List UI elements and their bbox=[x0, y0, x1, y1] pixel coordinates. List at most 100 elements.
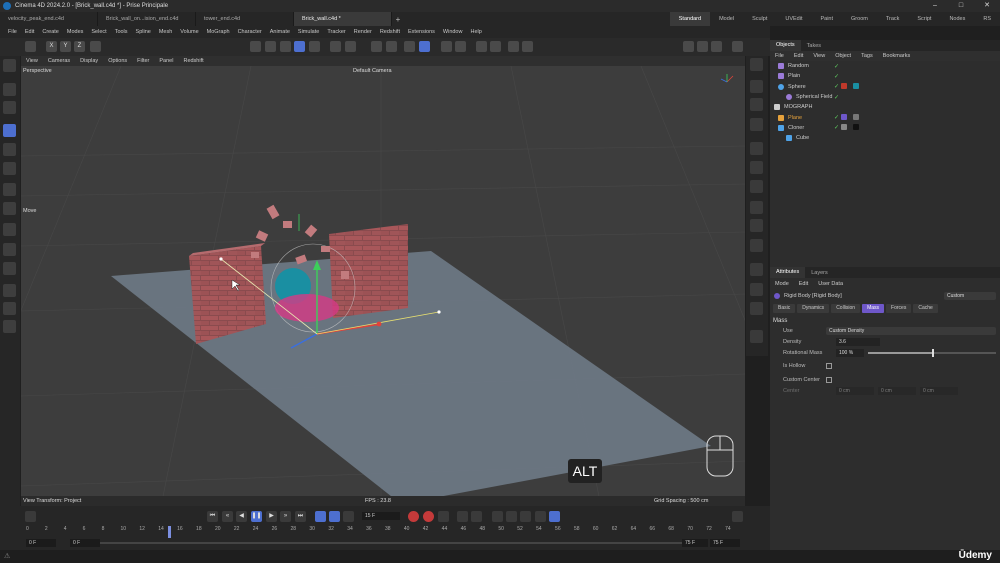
go-to-end-icon[interactable]: ⏭ bbox=[295, 511, 306, 522]
previous-key-icon[interactable]: « bbox=[222, 511, 233, 522]
menu-spline[interactable]: Spline bbox=[132, 29, 155, 35]
enabled-check-icon[interactable]: ✓ bbox=[834, 63, 839, 70]
rotational-mass-slider[interactable] bbox=[868, 349, 996, 357]
custom-center-checkbox[interactable] bbox=[826, 377, 832, 383]
density-input[interactable]: 3.6 bbox=[836, 338, 880, 346]
menu-mograph[interactable]: MoGraph bbox=[203, 29, 234, 35]
menu-animate[interactable]: Animate bbox=[266, 29, 294, 35]
render-queue-icon[interactable] bbox=[280, 41, 291, 52]
attr-menu-edit[interactable]: Edit bbox=[794, 281, 813, 287]
selection-filter-icon[interactable] bbox=[3, 101, 16, 114]
start-frame-field[interactable]: 0 F bbox=[26, 539, 56, 547]
menu-extensions[interactable]: Extensions bbox=[404, 29, 439, 35]
layout-nodes[interactable]: Nodes bbox=[940, 16, 974, 22]
scale-points-icon[interactable] bbox=[3, 202, 16, 215]
environment-icon[interactable] bbox=[750, 283, 763, 296]
layout-model[interactable]: Model bbox=[710, 16, 743, 22]
render-region-icon[interactable] bbox=[265, 41, 276, 52]
current-frame-field[interactable]: 15 F bbox=[362, 512, 400, 520]
is-hollow-checkbox[interactable] bbox=[826, 363, 832, 369]
object-row-random[interactable]: Random ✓ bbox=[770, 61, 1000, 71]
layout-script[interactable]: Script bbox=[908, 16, 940, 22]
objects-menu-view[interactable]: View bbox=[808, 53, 830, 59]
lock-icon[interactable] bbox=[441, 41, 452, 52]
object-row-plane[interactable]: Plane ✓ bbox=[770, 112, 1000, 122]
dope-sheet-icon[interactable] bbox=[549, 511, 560, 522]
slider-handle[interactable] bbox=[932, 349, 934, 357]
next-frame-icon[interactable]: ▶ bbox=[266, 511, 277, 522]
enabled-check-icon[interactable]: ✓ bbox=[834, 94, 839, 101]
material-tag-icon[interactable] bbox=[853, 83, 860, 90]
scale-tool-icon[interactable] bbox=[3, 162, 16, 175]
playhead[interactable] bbox=[168, 526, 171, 538]
menu-character[interactable]: Character bbox=[234, 29, 266, 35]
redshift-icon[interactable] bbox=[522, 41, 533, 52]
tag-tab-dynamics[interactable]: Dynamics bbox=[797, 303, 830, 313]
timeline-expand-icon[interactable] bbox=[732, 511, 743, 522]
minimize-button[interactable]: – bbox=[922, 0, 948, 12]
settings-gear-icon[interactable] bbox=[508, 41, 519, 52]
previous-frame-icon[interactable]: ◀ bbox=[236, 511, 247, 522]
axis-y-button[interactable]: Y bbox=[60, 41, 71, 52]
layout-uvedit[interactable]: UVEdit bbox=[776, 16, 811, 22]
end-frame-field[interactable]: 75 F bbox=[710, 539, 740, 547]
mograph-cloner-icon[interactable] bbox=[750, 161, 763, 174]
attr-menu-mode[interactable]: Mode bbox=[770, 281, 794, 287]
material-tag-icon[interactable] bbox=[853, 124, 860, 131]
render-picture-icon[interactable] bbox=[697, 41, 708, 52]
loop-icon[interactable] bbox=[315, 511, 326, 522]
key-pla-icon[interactable] bbox=[520, 511, 531, 522]
tag-tab-mass[interactable]: Mass bbox=[862, 303, 885, 313]
move-tool-icon[interactable] bbox=[3, 124, 16, 137]
layout-standard[interactable]: Standard bbox=[669, 12, 711, 26]
menu-render[interactable]: Render bbox=[350, 29, 376, 35]
menu-window[interactable]: Window bbox=[439, 29, 467, 35]
brush-icon[interactable] bbox=[3, 284, 16, 297]
keyframe-icon[interactable] bbox=[438, 511, 449, 522]
close-button[interactable]: ✕ bbox=[974, 0, 1000, 12]
go-to-start-icon[interactable]: ⏮ bbox=[207, 511, 218, 522]
menu-simulate[interactable]: Simulate bbox=[294, 29, 323, 35]
menu-tracker[interactable]: Tracker bbox=[323, 29, 349, 35]
menu-modes[interactable]: Modes bbox=[63, 29, 88, 35]
objects-menu-edit[interactable]: Edit bbox=[789, 53, 808, 59]
record-icon[interactable] bbox=[408, 511, 419, 522]
generator-icon[interactable] bbox=[750, 142, 763, 155]
redshift-render-icon[interactable] bbox=[750, 58, 763, 71]
text-object-icon[interactable] bbox=[750, 118, 763, 131]
tag-tab-collision[interactable]: Collision bbox=[831, 303, 861, 313]
preview-range-bar[interactable] bbox=[100, 542, 700, 544]
key-param-icon[interactable] bbox=[506, 511, 517, 522]
tab-attributes[interactable]: Attributes bbox=[770, 267, 806, 278]
snap-icon[interactable] bbox=[419, 41, 430, 52]
camera-icon[interactable] bbox=[750, 239, 763, 252]
next-key-icon[interactable]: » bbox=[280, 511, 291, 522]
object-mode-icon[interactable] bbox=[294, 41, 305, 52]
key-position-icon[interactable] bbox=[457, 511, 468, 522]
menu-select[interactable]: Select bbox=[87, 29, 110, 35]
rigid-body-tag-icon[interactable] bbox=[841, 83, 848, 90]
object-row-plain[interactable]: Plain ✓ bbox=[770, 71, 1000, 81]
menu-edit[interactable]: Edit bbox=[21, 29, 38, 35]
render-view-icon[interactable] bbox=[250, 41, 261, 52]
target-icon[interactable] bbox=[455, 41, 466, 52]
use-dropdown[interactable]: Custom Density bbox=[826, 327, 996, 335]
tab-objects[interactable]: Objects bbox=[770, 40, 801, 51]
render-active-icon[interactable] bbox=[711, 41, 722, 52]
sculpt-icon[interactable] bbox=[3, 262, 16, 275]
grid-snap-icon[interactable] bbox=[404, 41, 415, 52]
maximize-button[interactable]: □ bbox=[948, 0, 974, 12]
menu-redshift[interactable]: Redshift bbox=[376, 29, 404, 35]
material-tag-icon[interactable] bbox=[853, 114, 860, 121]
edges-mode-icon[interactable] bbox=[345, 41, 356, 52]
preview-start-field[interactable]: 0 F bbox=[70, 539, 100, 547]
axis-x-button[interactable]: X bbox=[46, 41, 57, 52]
collider-tag-icon[interactable] bbox=[841, 114, 848, 121]
new-document-button[interactable]: + bbox=[392, 15, 404, 24]
menu-help[interactable]: Help bbox=[466, 29, 485, 35]
coordinate-system-icon[interactable] bbox=[90, 41, 101, 52]
rigid-body-tag-icon[interactable] bbox=[841, 124, 848, 131]
enabled-check-icon[interactable]: ✓ bbox=[834, 124, 839, 131]
magnet-icon[interactable] bbox=[371, 41, 382, 52]
layout-sculpt[interactable]: Sculpt bbox=[743, 16, 776, 22]
